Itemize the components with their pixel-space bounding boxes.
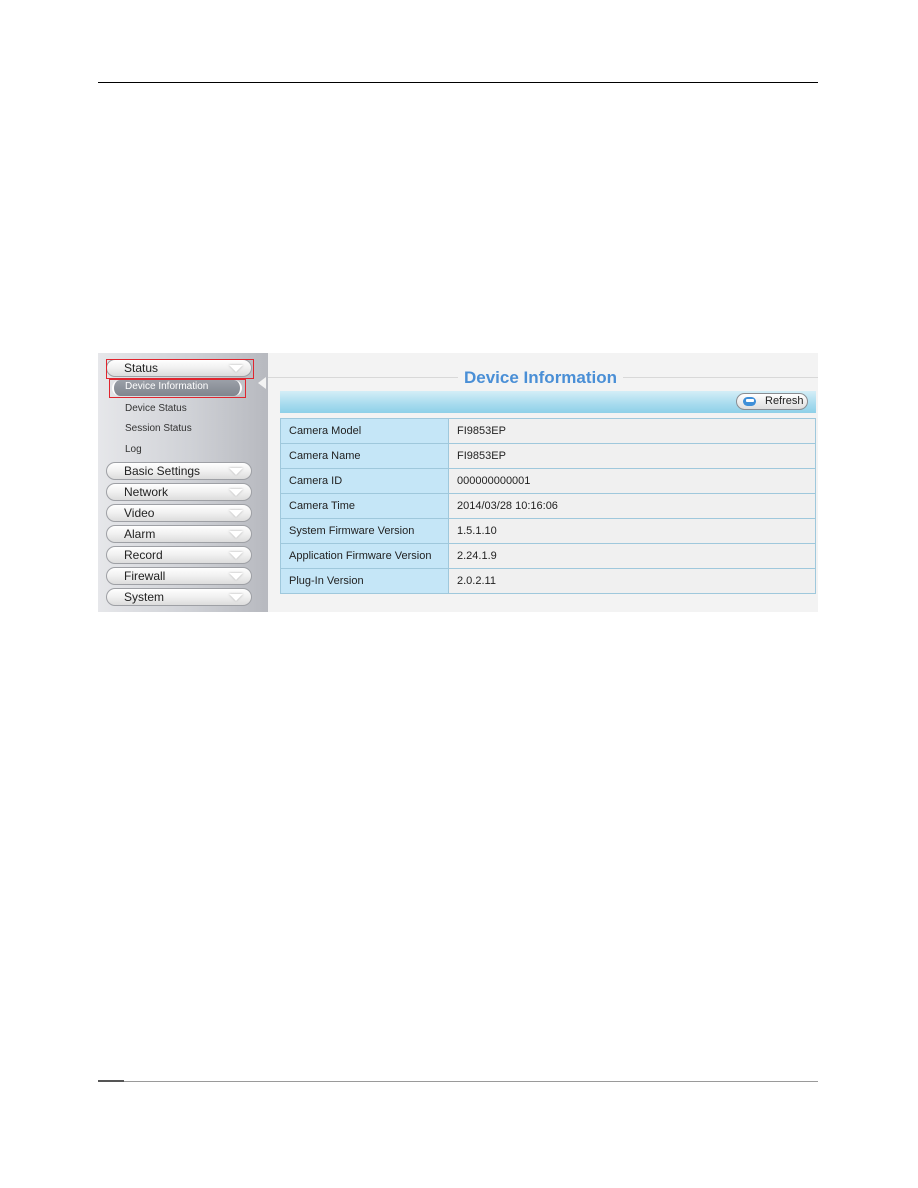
sidebar-item-device-information[interactable]: Device Information [112,380,242,396]
chevron-down-icon [229,552,243,559]
chevron-down-icon [229,489,243,496]
page-title: Device Information [458,368,624,388]
row-key: Camera Time [280,493,449,519]
sidebar-section-firewall[interactable]: Firewall [106,567,252,585]
row-key: Plug-In Version [280,568,449,594]
sidebar-item-label: Device Information [125,381,209,392]
row-value: FI9853EP [448,418,816,444]
sidebar-section-alarm[interactable]: Alarm [106,525,252,543]
sidebar-item-log[interactable]: Log [125,444,142,455]
chevron-down-icon [229,594,243,601]
page-footer-rule [98,1081,818,1082]
device-info-table: Camera Model FI9853EP Camera Name FI9853… [280,418,816,594]
active-item-pointer [258,377,266,389]
camera-web-ui-screenshot: Status Device Information Device Status … [98,353,818,612]
chevron-down-icon [229,531,243,538]
table-row: System Firmware Version 1.5.1.10 [280,518,816,544]
sidebar-section-record[interactable]: Record [106,546,252,564]
table-row: Application Firmware Version 2.24.1.9 [280,543,816,569]
chevron-down-icon [229,468,243,475]
table-row: Camera Model FI9853EP [280,418,816,444]
sidebar-section-label: Record [124,548,163,562]
sidebar-section-label: System [124,590,165,604]
row-value: FI9853EP [448,443,816,469]
sidebar-section-network[interactable]: Network [106,483,252,501]
row-key: Camera Model [280,418,449,444]
chevron-down-icon [229,510,243,517]
sidebar-item-session-status[interactable]: Session Status [125,423,192,434]
row-value: 2014/03/28 10:16:06 [448,493,816,519]
sidebar-section-label: Basic Settings [124,464,201,478]
sidebar-section-label: Video [124,506,155,520]
page-header-rule [98,82,818,83]
table-row: Camera ID 000000000001 [280,468,816,494]
sidebar-section-system[interactable]: System [106,588,252,606]
refresh-icon [743,397,756,406]
row-value: 2.0.2.11 [448,568,816,594]
row-key: Application Firmware Version [280,543,449,569]
sidebar-section-label: Alarm [124,527,156,541]
toolbar: Refresh [280,391,816,413]
refresh-button[interactable]: Refresh [736,393,808,410]
sidebar-section-status[interactable]: Status [106,359,252,377]
chevron-down-icon [229,573,243,580]
table-row: Camera Name FI9853EP [280,443,816,469]
sidebar-section-basic-settings[interactable]: Basic Settings [106,462,252,480]
refresh-label: Refresh [765,395,804,407]
row-key: Camera ID [280,468,449,494]
chevron-down-icon [229,365,243,372]
row-value: 000000000001 [448,468,816,494]
main-content: Device Information Refresh Camera Model … [268,353,818,612]
sidebar-section-label: Status [124,361,159,375]
row-key: Camera Name [280,443,449,469]
row-key: System Firmware Version [280,518,449,544]
table-row: Plug-In Version 2.0.2.11 [280,568,816,594]
row-value: 1.5.1.10 [448,518,816,544]
page-footer-mark [98,1080,124,1082]
sidebar-section-video[interactable]: Video [106,504,252,522]
row-value: 2.24.1.9 [448,543,816,569]
sidebar-section-label: Firewall [124,569,166,583]
sidebar: Status Device Information Device Status … [98,353,268,612]
sidebar-section-label: Network [124,485,169,499]
sidebar-item-device-status[interactable]: Device Status [125,403,187,414]
table-row: Camera Time 2014/03/28 10:16:06 [280,493,816,519]
